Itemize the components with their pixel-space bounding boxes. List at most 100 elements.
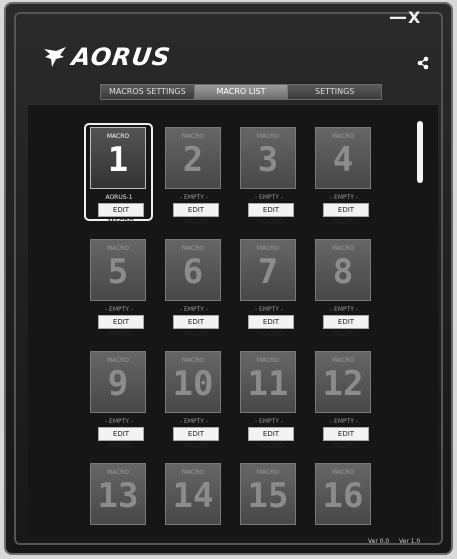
brand-logo: AORUS — [42, 42, 173, 72]
macro-card[interactable]: MACRO 4 — [315, 127, 371, 189]
macro-number: 1 — [107, 140, 129, 180]
macro-number: 2 — [182, 140, 204, 180]
edit-macro-button[interactable]: EDIT MACRO — [98, 427, 144, 450]
macro-slot-11[interactable]: MACRO 11 - EMPTY - EDIT MACRO — [234, 347, 309, 450]
edit-macro-button[interactable]: EDIT MACRO — [323, 203, 369, 226]
macro-number: 8 — [332, 252, 354, 292]
macro-tag: MACRO — [181, 469, 205, 476]
macro-card[interactable]: MACRO 14 — [165, 463, 221, 525]
macro-card[interactable]: MACRO 5 — [90, 239, 146, 301]
macro-tag: MACRO — [331, 469, 355, 476]
macro-name: - EMPTY - — [254, 194, 284, 201]
macro-number: 4 — [332, 140, 354, 180]
macro-card[interactable]: MACRO 2 — [165, 127, 221, 189]
macro-name: - EMPTY - — [254, 418, 284, 425]
macro-card[interactable]: MACRO 10 — [165, 351, 221, 413]
macro-card[interactable]: MACRO 11 — [240, 351, 296, 413]
macro-number: 7 — [257, 252, 279, 292]
macro-number: 3 — [257, 140, 279, 180]
macro-name: - EMPTY - — [179, 306, 209, 313]
macro-card[interactable]: MACRO 12 — [315, 351, 371, 413]
edit-macro-button[interactable]: EDIT MACRO — [323, 427, 369, 450]
macro-card[interactable]: MACRO 6 — [165, 239, 221, 301]
macro-name: - EMPTY - — [329, 194, 359, 201]
macro-slot-4[interactable]: MACRO 4 - EMPTY - EDIT MACRO — [309, 123, 384, 226]
edit-macro-button[interactable]: EDIT MACRO — [98, 315, 144, 338]
macro-tag: MACRO — [181, 133, 205, 140]
macro-name: - EMPTY - — [179, 418, 209, 425]
edit-macro-button[interactable]: EDIT MACRO — [98, 203, 144, 226]
macro-tag: MACRO — [106, 469, 130, 476]
tab-settings[interactable]: SETTINGS — [288, 85, 382, 99]
macro-slot-5[interactable]: MACRO 5 - EMPTY - EDIT MACRO — [84, 235, 159, 338]
macro-name: - EMPTY - — [254, 306, 284, 313]
macro-number: 6 — [182, 252, 204, 292]
share-icon[interactable] — [416, 56, 430, 70]
edit-macro-button[interactable]: EDIT MACRO — [248, 315, 294, 338]
footer: Ver 0.0 Ver 1.0 — [6, 530, 455, 554]
tab-macros-settings[interactable]: MACROS SETTINGS — [101, 85, 195, 99]
macro-number: 12 — [322, 364, 364, 404]
macro-number: 10 — [172, 364, 214, 404]
app-window: — X AORUS MACROS SETTINGS MACRO LIST SET… — [4, 2, 453, 555]
macro-card[interactable]: MACRO 1 — [90, 127, 146, 189]
macro-number: 16 — [322, 476, 364, 516]
close-button[interactable]: X — [408, 6, 426, 28]
macro-card[interactable]: MACRO 8 — [315, 239, 371, 301]
firmware-version: Ver 0.0 — [368, 538, 390, 545]
macro-number: 9 — [107, 364, 129, 404]
macro-tag: MACRO — [331, 357, 355, 364]
macro-name: - EMPTY - — [329, 306, 359, 313]
macro-tag: MACRO — [256, 245, 280, 252]
software-version: Ver 1.0 — [399, 538, 421, 545]
edit-macro-button[interactable]: EDIT MACRO — [323, 315, 369, 338]
minimize-button[interactable]: — — [389, 6, 407, 28]
macro-name: - EMPTY - — [104, 306, 134, 313]
brand-wordmark: AORUS — [70, 43, 173, 71]
macro-tag: MACRO — [106, 133, 130, 140]
macro-card[interactable]: MACRO 7 — [240, 239, 296, 301]
macro-card[interactable]: MACRO 9 — [90, 351, 146, 413]
edit-macro-button[interactable]: EDIT MACRO — [173, 315, 219, 338]
edit-macro-button[interactable]: EDIT MACRO — [248, 427, 294, 450]
main-tabs: MACROS SETTINGS MACRO LIST SETTINGS — [100, 84, 382, 100]
macro-slot-1[interactable]: MACRO 1 AORUS-1 EDIT MACRO — [84, 123, 159, 226]
macro-slot-12[interactable]: MACRO 12 - EMPTY - EDIT MACRO — [309, 347, 384, 450]
macro-card[interactable]: MACRO 15 — [240, 463, 296, 525]
edit-macro-button[interactable]: EDIT MACRO — [248, 203, 294, 226]
tab-macro-list[interactable]: MACRO LIST — [194, 85, 289, 99]
macro-slot-6[interactable]: MACRO 6 - EMPTY - EDIT MACRO — [159, 235, 234, 338]
macro-slot-3[interactable]: MACRO 3 - EMPTY - EDIT MACRO — [234, 123, 309, 226]
edit-macro-button[interactable]: EDIT MACRO — [173, 427, 219, 450]
eagle-icon — [44, 47, 66, 67]
macro-number: 14 — [172, 476, 214, 516]
macro-number: 11 — [247, 364, 289, 404]
scrollbar-thumb[interactable] — [417, 121, 423, 183]
macro-tag: MACRO — [331, 245, 355, 252]
macro-card[interactable]: MACRO 13 — [90, 463, 146, 525]
edit-macro-button[interactable]: EDIT MACRO — [173, 203, 219, 226]
macro-number: 13 — [97, 476, 139, 516]
macro-tag: MACRO — [181, 245, 205, 252]
macro-slot-10[interactable]: MACRO 10 - EMPTY - EDIT MACRO — [159, 347, 234, 450]
macro-slot-9[interactable]: MACRO 9 - EMPTY - EDIT MACRO — [84, 347, 159, 450]
macro-tag: MACRO — [106, 357, 130, 364]
macro-name: AORUS-1 — [105, 194, 133, 201]
macro-name: - EMPTY - — [179, 194, 209, 201]
macro-tag: MACRO — [106, 245, 130, 252]
macro-name: - EMPTY - — [104, 418, 134, 425]
scrollbar[interactable] — [417, 121, 423, 523]
macro-card[interactable]: MACRO 3 — [240, 127, 296, 189]
macro-slot-2[interactable]: MACRO 2 - EMPTY - EDIT MACRO — [159, 123, 234, 226]
macro-tag: MACRO — [256, 133, 280, 140]
macro-tag: MACRO — [256, 357, 280, 364]
macro-slot-7[interactable]: MACRO 7 - EMPTY - EDIT MACRO — [234, 235, 309, 338]
macro-card[interactable]: MACRO 16 — [315, 463, 371, 525]
macro-slot-8[interactable]: MACRO 8 - EMPTY - EDIT MACRO — [309, 235, 384, 338]
macro-number: 15 — [247, 476, 289, 516]
macro-panel: MACRO 1 AORUS-1 EDIT MACRO MACRO 2- EMPTY - ED… — [28, 104, 438, 535]
macro-number: 5 — [107, 252, 129, 292]
macro-tag: MACRO — [181, 357, 205, 364]
macro-name: - EMPTY - — [329, 418, 359, 425]
macro-tag: MACRO — [256, 469, 280, 476]
